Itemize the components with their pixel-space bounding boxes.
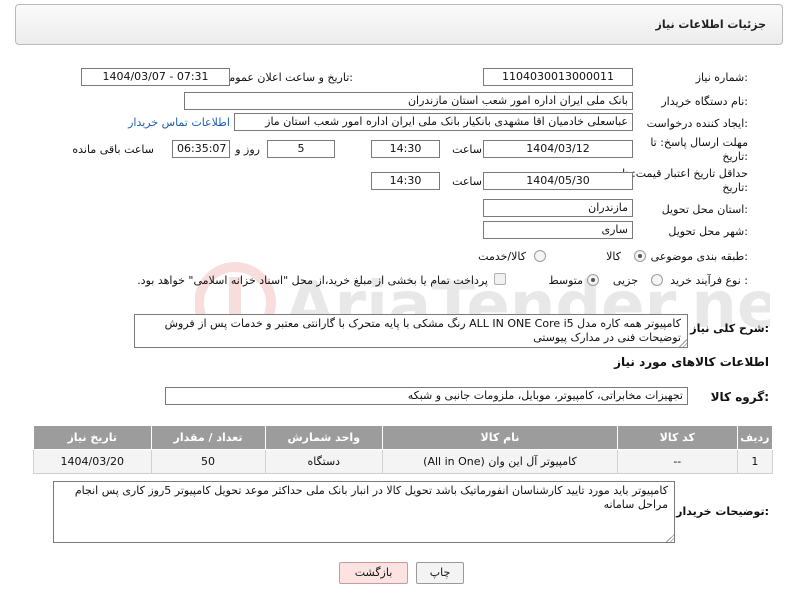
buyer-org-label: نام دستگاه خریدار:: [661, 95, 748, 108]
cell-date: 1404/03/20: [33, 449, 152, 474]
goods-group-field: تجهیزات مخابراتی، کامپیوتر، موبایل، ملزو…: [165, 387, 688, 405]
process-medium-label: متوسط: [548, 274, 583, 287]
province-label: استان محل تحویل:: [661, 203, 748, 216]
buyer-org-field: بانک ملی ایران اداره امور شعب استان مازن…: [184, 92, 633, 110]
process-minor-label: جزیی: [612, 274, 638, 287]
category-label: طبقه بندی موضوعی:: [650, 250, 748, 263]
deadline-label: مهلت ارسال پاسخ: تا تاریخ:: [650, 136, 748, 163]
description-text: کامپیوتر همه کاره مدل ALL IN ONE Core i5…: [164, 317, 681, 344]
goods-section-title: اطلاعات کالاهای مورد نیاز: [614, 355, 769, 369]
goods-group-label: گروه کالا:: [710, 390, 769, 404]
print-button[interactable]: چاپ: [416, 562, 464, 584]
process-type-label: نوع فرآیند خرید :: [670, 274, 748, 287]
price-validity-date-field: 1404/05/30: [483, 172, 633, 190]
cell-row: 1: [736, 449, 774, 474]
buyer-notes-text: کامپیوتر باید مورد تایید کارشناسان انفور…: [74, 484, 668, 511]
header-panel: جزئیات اطلاعات نیاز: [15, 4, 783, 45]
col-name: نام کالا: [382, 425, 618, 450]
remaining-time-label: ساعت باقی مانده: [72, 143, 154, 156]
deadline-time-field: 14:30: [371, 140, 440, 158]
need-number-field: 1104030013000011: [483, 68, 633, 86]
days-count-field: 5: [267, 140, 335, 158]
creator-field: عباسعلی خادمیان اقا مشهدی بانکیار بانک م…: [234, 113, 633, 131]
col-qty: تعداد / مقدار: [150, 425, 266, 450]
cell-code: --: [616, 449, 738, 474]
days-label: روز و: [235, 143, 260, 156]
cell-unit: دستگاه: [264, 449, 384, 474]
price-validity-time-field: 14:30: [371, 172, 440, 190]
buyer-notes-label: توضیحات خریدار:: [676, 505, 769, 518]
back-button[interactable]: بازگشت: [339, 562, 408, 584]
price-validity-time-label: ساعت: [452, 175, 482, 188]
resize-grip-icon[interactable]: [666, 534, 674, 542]
table-row: 1 -- کامپیوتر آل این وان (All in One) دس…: [33, 449, 774, 474]
col-unit: واحد شمارش: [264, 425, 384, 450]
buyer-notes-textarea: کامپیوتر باید مورد تایید کارشناسان انفور…: [53, 481, 675, 543]
announce-date-label: تاریخ و ساعت اعلان عمومی:: [220, 71, 353, 84]
need-number-label: شماره نیاز:: [695, 71, 748, 84]
price-validity-label: حداقل تاریخ اعتبار قیمت: تا تاریخ:: [622, 167, 748, 194]
category-goods-label: کالا: [606, 250, 621, 263]
city-field: ساری: [483, 221, 633, 239]
process-minor-radio[interactable]: [651, 274, 663, 286]
treasury-payment-note: پرداخت تمام یا بخشی از مبلغ خرید،از محل …: [137, 274, 488, 287]
deadline-date-field: 1404/03/12: [483, 140, 633, 158]
goods-table: ردیف کد کالا نام کالا واحد شمارش تعداد /…: [33, 425, 774, 474]
page-title: جزئیات اطلاعات نیاز: [655, 18, 767, 31]
col-row: ردیف: [736, 425, 774, 450]
description-label: شرح کلی نیاز:: [690, 322, 769, 335]
description-textarea: کامپیوتر همه کاره مدل ALL IN ONE Core i5…: [134, 314, 688, 348]
col-date: تاریخ نیاز: [33, 425, 152, 450]
contact-buyer-link[interactable]: اطلاعات تماس خریدار: [128, 116, 230, 129]
deadline-time-label: ساعت: [452, 143, 482, 156]
cell-qty: 50: [150, 449, 266, 474]
city-label: شهر محل تحویل:: [668, 225, 748, 238]
announce-date-field: 1404/03/07 - 07:31: [81, 68, 230, 86]
category-goods-service-radio[interactable]: [534, 250, 546, 262]
goods-table-header: ردیف کد کالا نام کالا واحد شمارش تعداد /…: [33, 425, 774, 450]
remaining-time-field: 06:35:07: [172, 140, 230, 158]
creator-label: ایجاد کننده درخواست:: [646, 117, 748, 130]
category-goods-service-label: کالا/خدمت: [478, 250, 526, 263]
province-field: مازندران: [483, 199, 633, 217]
cell-name: کامپیوتر آل این وان (All in One): [382, 449, 618, 474]
col-code: کد کالا: [616, 425, 738, 450]
resize-grip-icon[interactable]: [679, 339, 687, 347]
category-goods-radio[interactable]: [634, 250, 646, 262]
treasury-payment-checkbox[interactable]: [494, 273, 506, 285]
process-medium-radio[interactable]: [587, 274, 599, 286]
